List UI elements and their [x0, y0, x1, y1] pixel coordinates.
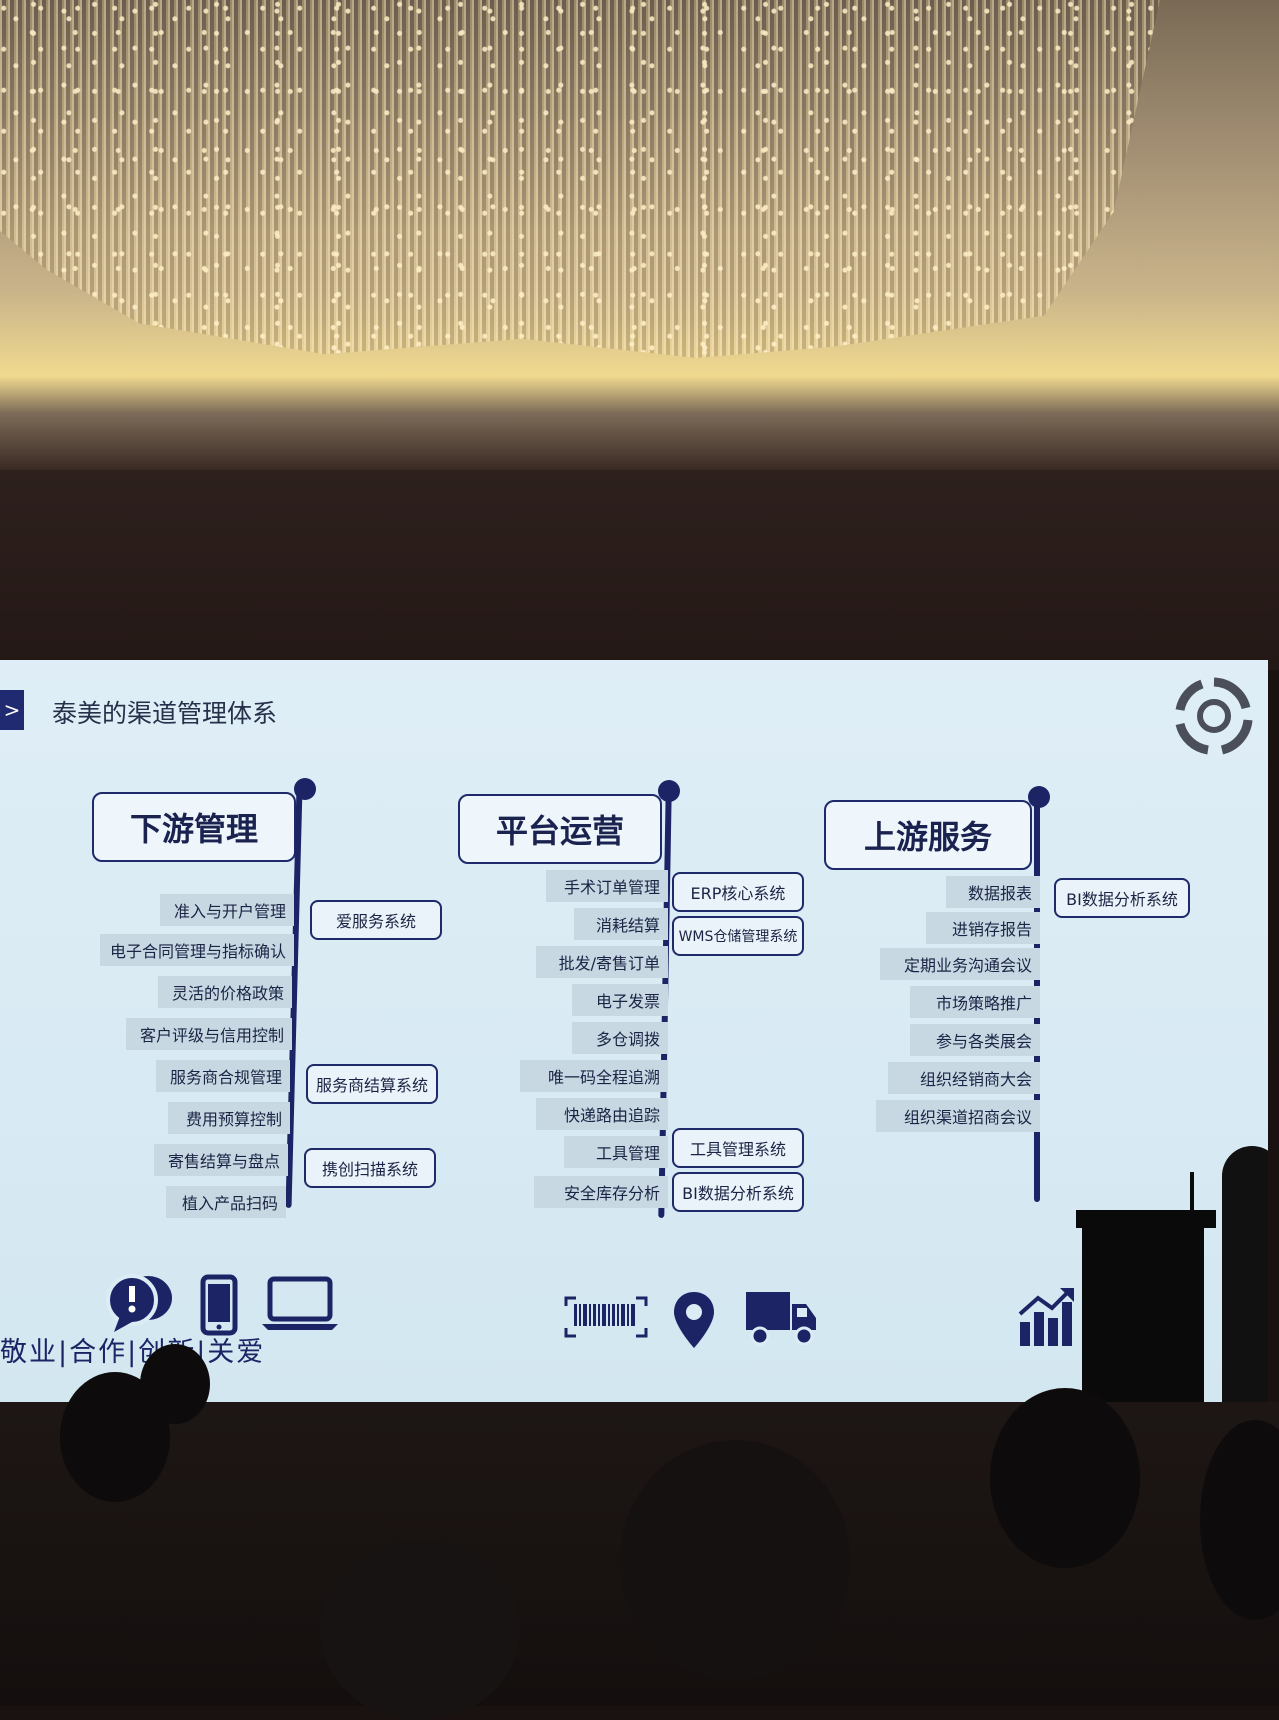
tag-item: 准入与开户管理 [160, 894, 294, 926]
audience-head [620, 1440, 850, 1680]
system-box: 爱服务系统 [310, 900, 442, 940]
audience-head [990, 1388, 1140, 1568]
speech-bubbles-icon [106, 1274, 172, 1332]
system-box: WMS仓储管理系统 [672, 916, 804, 956]
location-pin-icon [674, 1292, 714, 1348]
tag-item: 组织渠道招商会议 [876, 1100, 1040, 1132]
projection-screen: > 泰美的渠道管理体系 下游管理 准入与开户管理 电子合同管理与指标确认 灵活的… [0, 660, 1268, 1402]
system-box: 携创扫描系统 [304, 1148, 436, 1188]
system-box: BI数据分析系统 [1054, 878, 1190, 918]
system-box: 服务商结算系统 [306, 1064, 438, 1104]
system-box: ERP核心系统 [672, 872, 804, 912]
column-heading-downstream: 下游管理 [92, 792, 296, 862]
tag-item: 数据报表 [946, 876, 1040, 908]
tag-item: 客户评级与信用控制 [126, 1018, 292, 1050]
title-arrow: > [0, 690, 24, 730]
tag-item: 进销存报告 [926, 912, 1040, 944]
audience-head [320, 1540, 520, 1720]
tag-item: 多仓调拨 [572, 1022, 668, 1054]
tag-item: 批发/寄售订单 [536, 946, 668, 978]
tag-item: 手术订单管理 [546, 870, 668, 902]
slide-title: 泰美的渠道管理体系 [52, 699, 278, 728]
tag-item: 灵活的价格政策 [158, 976, 292, 1008]
tag-item: 唯一码全程追溯 [520, 1060, 668, 1092]
audience-head [140, 1344, 210, 1424]
tag-item: 工具管理 [564, 1136, 668, 1168]
tag-item: 植入产品扫码 [166, 1186, 286, 1218]
speaker-silhouette [1222, 1146, 1268, 1402]
tag-item: 消耗结算 [574, 908, 668, 940]
tag-item: 安全库存分析 [534, 1176, 668, 1208]
laptop-icon [262, 1276, 338, 1330]
system-box: 工具管理系统 [672, 1128, 804, 1168]
tag-item: 快递路由追踪 [536, 1098, 668, 1130]
tag-item: 费用预算控制 [168, 1102, 290, 1134]
tag-item: 寄售结算与盘点 [154, 1144, 288, 1176]
microphone [1190, 1172, 1194, 1220]
column-heading-platform: 平台运营 [458, 794, 662, 864]
podium [1082, 1220, 1204, 1402]
tag-item: 参与各类展会 [910, 1024, 1040, 1056]
company-logo-icon [1175, 677, 1253, 755]
delivery-truck-icon [746, 1292, 816, 1346]
tag-item: 组织经销商大会 [888, 1062, 1040, 1094]
system-box: BI数据分析系统 [672, 1172, 804, 1212]
phone-icon [200, 1274, 238, 1336]
barcode-icon [564, 1296, 648, 1338]
podium-top [1076, 1210, 1216, 1228]
back-wall [0, 470, 1279, 670]
growth-chart-icon [1018, 1288, 1074, 1346]
tag-item: 市场策略推广 [910, 986, 1040, 1018]
tag-item: 电子合同管理与指标确认 [100, 934, 294, 966]
tag-item: 定期业务沟通会议 [880, 948, 1040, 980]
column-heading-upstream: 上游服务 [824, 800, 1032, 870]
tag-item: 服务商合规管理 [156, 1060, 290, 1092]
tag-item: 电子发票 [572, 984, 668, 1016]
